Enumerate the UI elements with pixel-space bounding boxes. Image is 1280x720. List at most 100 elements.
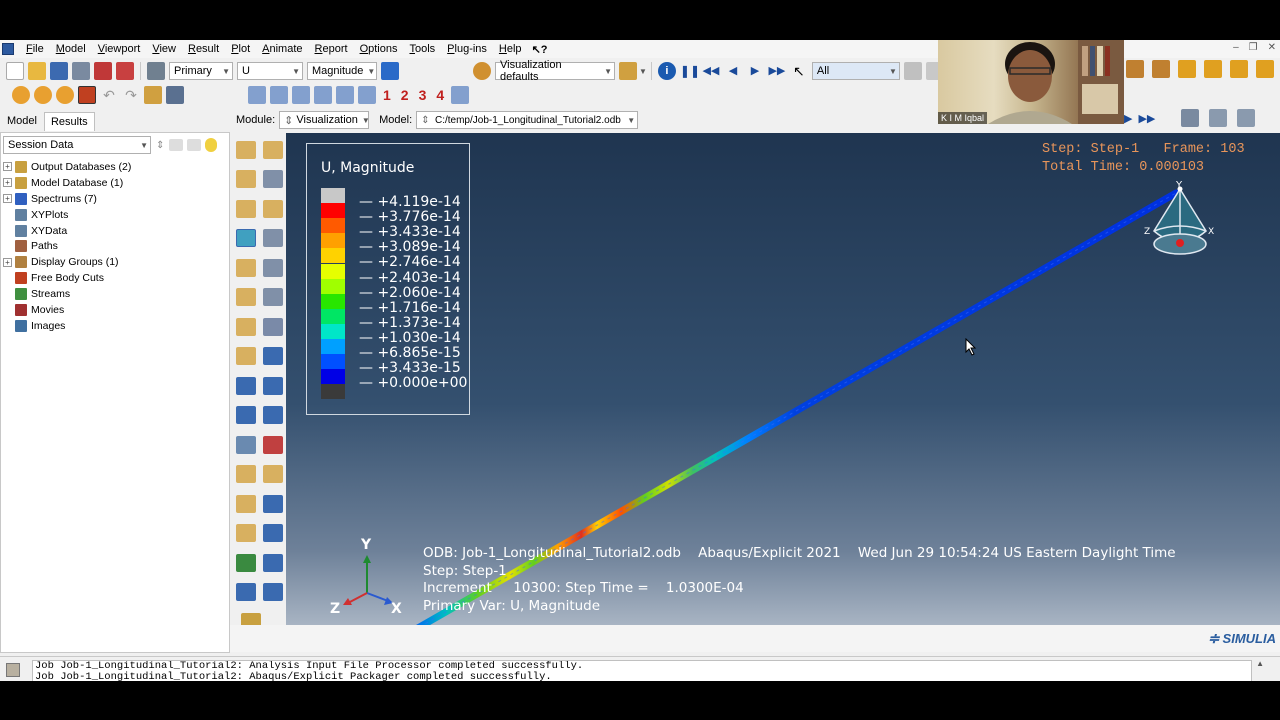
plot-undeformed-icon[interactable] [235, 140, 256, 159]
close-icon[interactable]: ✕ [1268, 42, 1276, 53]
variable-select[interactable]: U ▼ [237, 62, 303, 80]
export-icon[interactable] [94, 62, 112, 80]
render-hidden-icon[interactable] [56, 86, 74, 104]
assembly-icon[interactable] [1152, 60, 1170, 78]
free-body-cut-manager-icon[interactable] [235, 524, 256, 543]
contour-options-icon[interactable] [262, 170, 283, 189]
query-icon[interactable] [78, 86, 96, 104]
user-view-3-button[interactable]: 3 [419, 87, 427, 103]
report-field-output-icon[interactable] [235, 406, 256, 425]
dropdown-arrow-icon[interactable]: ▼ [639, 67, 647, 76]
context-help-icon[interactable]: ↖? [528, 43, 552, 56]
viewport[interactable]: U, Magnitude — +4.119e-14— +3.776e-14— +… [286, 133, 1280, 625]
create-xy-data-icon[interactable] [235, 435, 256, 454]
palette-icon[interactable] [473, 62, 491, 80]
view-left-icon[interactable] [336, 86, 354, 104]
view-cut-options-icon[interactable] [262, 376, 283, 395]
contour-options-2-icon[interactable] [262, 229, 283, 248]
view-cut-manager-icon[interactable] [235, 376, 256, 395]
menu-help[interactable]: Help [493, 40, 528, 58]
cube-filled-icon[interactable] [1230, 60, 1248, 78]
tab-results[interactable]: Results [43, 112, 95, 131]
variable-type-select[interactable]: Primary ▼ [169, 62, 233, 80]
tree-item-xyplots[interactable]: XYPlots [1, 207, 229, 223]
message-log[interactable]: Job Job-1_Longitudinal_Tutorial2: Analys… [32, 660, 1252, 681]
redo-icon[interactable]: ↷ [122, 86, 140, 104]
menu-options[interactable]: Options [354, 40, 404, 58]
free-body-options-icon[interactable] [262, 524, 283, 543]
plot-symbols-icon[interactable] [235, 199, 256, 218]
options-cube-icon[interactable] [619, 62, 637, 80]
menu-plugins[interactable]: Plug-ins [441, 40, 493, 58]
sync-icon[interactable] [381, 62, 399, 80]
view-front-icon[interactable] [248, 86, 266, 104]
restore-icon[interactable]: ❐ [1249, 42, 1258, 53]
create-stream-icon[interactable] [235, 553, 256, 572]
next-frame-icon[interactable]: ▶ [746, 62, 764, 80]
symbol-options-icon[interactable] [262, 199, 283, 218]
cube-shaded-icon[interactable] [1256, 60, 1274, 78]
path-options-icon[interactable] [262, 465, 283, 484]
import-icon[interactable] [116, 62, 134, 80]
xy-plot-icon[interactable] [262, 435, 283, 454]
selection-options-icon[interactable] [903, 62, 922, 80]
app-icon[interactable] [2, 43, 14, 55]
cube-wire-icon[interactable] [1178, 60, 1196, 78]
selection-filter-select[interactable]: All ▼ [811, 62, 900, 80]
animate-scale-factor-icon[interactable] [262, 317, 283, 336]
minimize-icon[interactable]: – [1233, 42, 1239, 53]
model-tree-icon[interactable] [1126, 60, 1144, 78]
animate-harmonic-icon[interactable] [262, 347, 283, 366]
expand-icon[interactable]: + [3, 178, 12, 188]
session-data-select[interactable]: Session Data ▼ [3, 136, 151, 154]
info-icon[interactable]: i [657, 62, 676, 80]
tree-item-spectrums[interactable]: + Spectrums (7) [1, 191, 229, 207]
tree-item-display-groups[interactable]: + Display Groups (1) [1, 254, 229, 270]
open-folder-icon[interactable] [28, 62, 46, 80]
tab-model[interactable]: Model [0, 111, 44, 131]
render-shaded-icon[interactable] [34, 86, 52, 104]
user-view-4-button[interactable]: 4 [436, 87, 444, 103]
menu-report[interactable]: Report [309, 40, 354, 58]
field-output-icon[interactable] [147, 62, 165, 80]
cube-hidden-icon[interactable] [1204, 60, 1222, 78]
plot-material-orientations-icon[interactable] [235, 258, 256, 277]
tree-item-streams[interactable]: Streams [1, 286, 229, 302]
snapshot-icon[interactable] [1237, 109, 1256, 127]
tree-item-xydata[interactable]: XYData [1, 223, 229, 239]
view-bottom-icon[interactable] [314, 86, 332, 104]
menu-plot[interactable]: Plot [225, 40, 256, 58]
expand-icon[interactable]: + [3, 162, 12, 172]
tree-item-free-body-cuts[interactable]: Free Body Cuts [1, 270, 229, 286]
lightbulb-icon[interactable] [205, 138, 218, 152]
user-view-2-button[interactable]: 2 [401, 87, 409, 103]
plot-contours-icon[interactable] [235, 170, 256, 189]
superimpose-options-icon[interactable] [262, 288, 283, 307]
undo-icon[interactable]: ↶ [100, 86, 118, 104]
next-frame-2-icon[interactable]: ▶ [1124, 112, 1132, 125]
table-icon[interactable] [166, 86, 184, 104]
new-file-icon[interactable] [6, 62, 24, 80]
probe-values-icon[interactable] [262, 406, 283, 425]
tree-item-movies[interactable]: Movies [1, 302, 229, 318]
stream-manager-icon[interactable] [262, 553, 283, 572]
save-icon[interactable] [50, 62, 68, 80]
menu-result[interactable]: Result [182, 40, 225, 58]
menu-tools[interactable]: Tools [403, 40, 441, 58]
lock-view-icon[interactable] [1181, 109, 1200, 127]
menu-model[interactable]: Model [50, 40, 92, 58]
common-options-icon[interactable] [235, 583, 256, 602]
model-select[interactable]: ⇕ C:/temp/Job-1_Longitudinal_Tutorial2.od… [416, 111, 639, 129]
select-arrow-icon[interactable]: ↖ [790, 62, 808, 80]
tree-highlight-icon[interactable] [187, 139, 202, 151]
iso-view-icon[interactable] [451, 86, 470, 104]
contour-legend[interactable]: U, Magnitude — +4.119e-14— +3.776e-14— +… [306, 143, 470, 415]
display-group-manager-icon[interactable] [262, 494, 283, 513]
camera-icon[interactable] [1209, 109, 1228, 127]
previous-frame-icon[interactable]: ◀ [724, 62, 742, 80]
expand-icon[interactable]: + [3, 257, 12, 267]
create-path-icon[interactable] [235, 465, 256, 484]
allow-multiple-plot-states-icon[interactable] [235, 288, 256, 307]
first-frame-icon[interactable]: ◀◀ [702, 62, 720, 80]
invariant-select[interactable]: Magnitude ▼ [307, 62, 377, 80]
